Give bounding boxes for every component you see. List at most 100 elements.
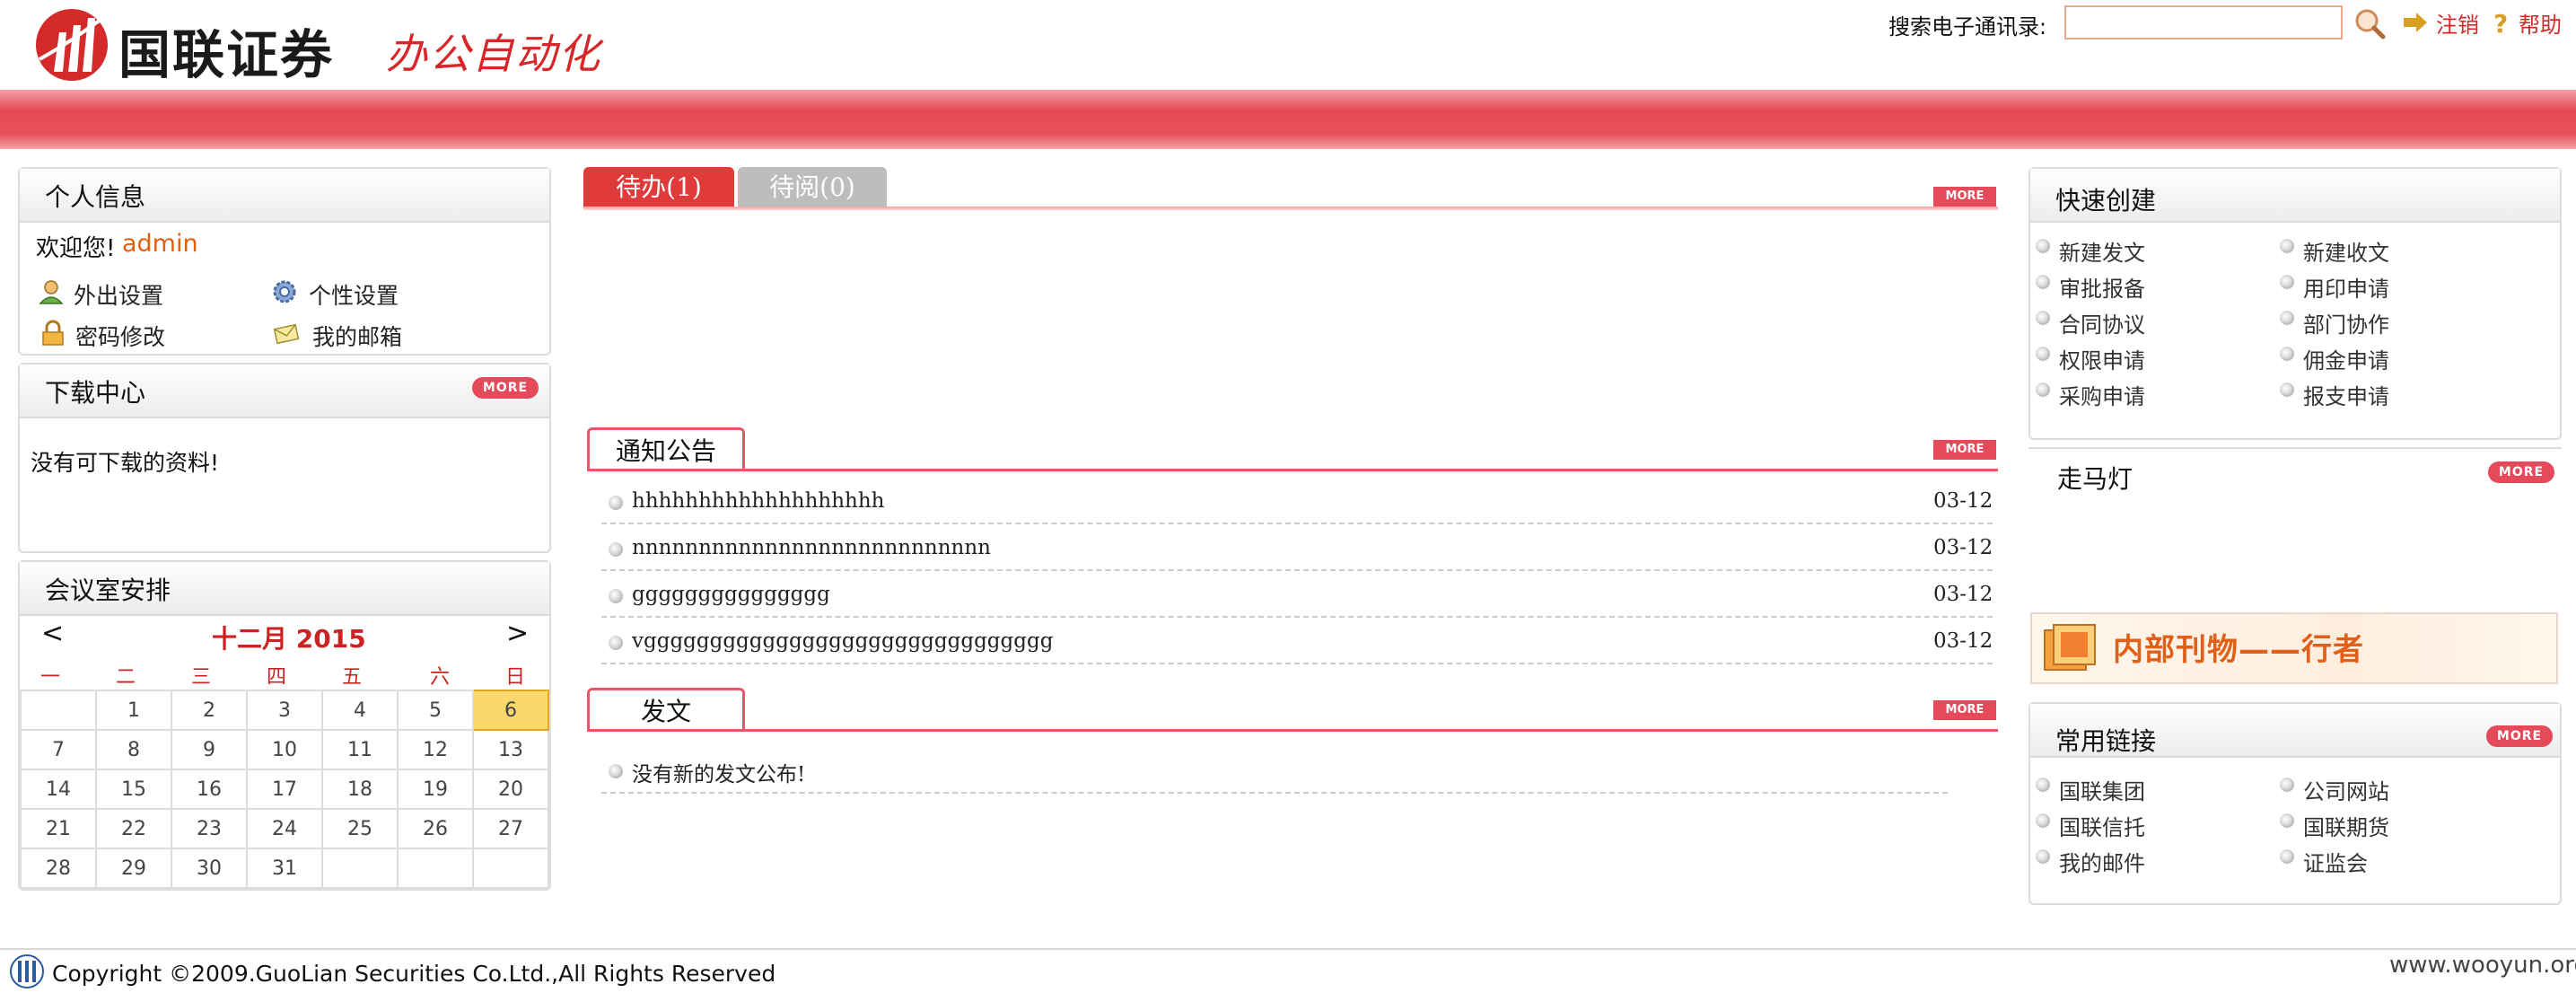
common-link[interactable]: 国联期货 bbox=[2303, 810, 2389, 841]
calendar-day[interactable]: 12 bbox=[397, 729, 474, 770]
tab-todo[interactable]: 待办(1) bbox=[583, 167, 734, 208]
quick-link[interactable]: 佣金申请 bbox=[2303, 343, 2389, 374]
quick-link[interactable]: 采购申请 bbox=[2059, 379, 2145, 410]
bullet-icon bbox=[609, 589, 623, 603]
footer-logo-icon bbox=[10, 954, 44, 989]
calendar-day[interactable]: 29 bbox=[95, 848, 172, 889]
bullet-icon bbox=[2280, 382, 2294, 397]
calendar-day[interactable]: 26 bbox=[397, 808, 474, 849]
calendar-day[interactable] bbox=[397, 848, 474, 889]
calendar-day[interactable]: 16 bbox=[171, 769, 248, 810]
calendar-day[interactable]: 24 bbox=[246, 808, 323, 849]
calendar-day[interactable]: 5 bbox=[397, 690, 474, 731]
calendar-day[interactable]: 22 bbox=[95, 808, 172, 849]
calendar-day[interactable]: 15 bbox=[95, 769, 172, 810]
links-more-button[interactable]: MORE bbox=[2486, 725, 2553, 747]
calendar-day[interactable]: 19 bbox=[397, 769, 474, 810]
calendar-day[interactable]: 8 bbox=[95, 729, 172, 770]
dispatch-more-button[interactable]: MORE bbox=[1933, 700, 1996, 720]
common-link[interactable]: 我的邮件 bbox=[2059, 846, 2145, 877]
notice-item-date: 03-12 bbox=[1933, 629, 1993, 653]
common-link[interactable]: 国联信托 bbox=[2059, 810, 2145, 841]
lock-icon bbox=[42, 320, 64, 346]
divider bbox=[601, 616, 1993, 618]
calendar-day[interactable]: 25 bbox=[321, 808, 399, 849]
notice-item-title[interactable]: hhhhhhhhhhhhhhhhhhh bbox=[632, 489, 884, 513]
quick-link[interactable]: 新建发文 bbox=[2059, 235, 2145, 267]
notice-item-title[interactable]: nnnnnnnnnnnnnnnnnnnnnnnnnnn bbox=[632, 536, 991, 559]
calendar-day[interactable]: 18 bbox=[321, 769, 399, 810]
footer-copyright: Copyright ©2009.GuoLian Securities Co.Lt… bbox=[52, 961, 776, 987]
tabs-more-button[interactable]: MORE bbox=[1933, 187, 1996, 207]
quick-link[interactable]: 权限申请 bbox=[2059, 343, 2145, 374]
calendar-day[interactable]: 3 bbox=[246, 690, 323, 731]
calendar-prev-button[interactable]: < bbox=[41, 618, 64, 649]
calendar-today[interactable]: 6 bbox=[472, 690, 549, 731]
common-links-title: 常用链接 bbox=[2055, 726, 2157, 756]
bullet-icon bbox=[609, 764, 623, 778]
username: admin bbox=[122, 230, 198, 258]
dispatch-empty-text: 没有新的发文公布! bbox=[632, 763, 806, 786]
bullet-icon bbox=[2036, 813, 2050, 828]
calendar-day[interactable] bbox=[472, 848, 549, 889]
calendar-day[interactable]: 21 bbox=[20, 808, 97, 849]
common-link[interactable]: 公司网站 bbox=[2303, 774, 2389, 805]
quick-link[interactable]: 用印申请 bbox=[2303, 271, 2389, 303]
logout-link[interactable]: 注销 bbox=[2436, 7, 2479, 39]
marquee-top-line bbox=[2028, 447, 2562, 449]
notice-item-title[interactable]: ggggggggggggggg bbox=[632, 583, 830, 606]
quick-link[interactable]: 报支申请 bbox=[2303, 379, 2389, 410]
calendar-day[interactable]: 2 bbox=[171, 690, 248, 731]
bullet-icon bbox=[2280, 347, 2294, 361]
calendar-day[interactable]: 23 bbox=[171, 808, 248, 849]
quick-link[interactable]: 合同协议 bbox=[2059, 307, 2145, 338]
bullet-icon bbox=[2036, 347, 2050, 361]
out-settings-link[interactable]: 外出设置 bbox=[74, 278, 163, 311]
quick-link[interactable]: 部门协作 bbox=[2303, 307, 2389, 338]
divider bbox=[601, 792, 1948, 794]
calendar-next-button[interactable]: > bbox=[506, 618, 529, 649]
quick-link[interactable]: 审批报备 bbox=[2059, 271, 2145, 303]
download-more-button[interactable]: MORE bbox=[472, 377, 539, 399]
bullet-icon bbox=[2280, 813, 2294, 828]
calendar-day[interactable]: 14 bbox=[20, 769, 97, 810]
common-link[interactable]: 国联集团 bbox=[2059, 774, 2145, 805]
calendar-day[interactable]: 17 bbox=[246, 769, 323, 810]
calendar-day[interactable]: 1 bbox=[95, 690, 172, 731]
calendar-dow: 日 bbox=[504, 666, 525, 689]
quick-link[interactable]: 新建收文 bbox=[2303, 235, 2389, 267]
calendar-day[interactable]: 4 bbox=[321, 690, 399, 731]
divider bbox=[601, 523, 1993, 524]
calendar-day[interactable] bbox=[321, 848, 399, 889]
personal-settings-link[interactable]: 个性设置 bbox=[309, 278, 399, 311]
calendar-day[interactable]: 31 bbox=[246, 848, 323, 889]
help-link[interactable]: 帮助 bbox=[2519, 7, 2562, 39]
calendar-day[interactable]: 30 bbox=[171, 848, 248, 889]
change-password-link[interactable]: 密码修改 bbox=[75, 320, 165, 352]
calendar-day[interactable]: 13 bbox=[472, 729, 549, 770]
calendar-day[interactable]: 27 bbox=[472, 808, 549, 849]
notice-tab[interactable]: 通知公告 bbox=[587, 427, 745, 470]
dispatch-tab[interactable]: 发文 bbox=[587, 688, 745, 731]
calendar-day[interactable]: 7 bbox=[20, 729, 97, 770]
dispatch-underline bbox=[587, 729, 1998, 732]
common-link[interactable]: 证监会 bbox=[2303, 846, 2368, 877]
notice-more-button[interactable]: MORE bbox=[1933, 440, 1996, 460]
calendar-day[interactable]: 20 bbox=[472, 769, 549, 810]
calendar-day[interactable]: 11 bbox=[321, 729, 399, 770]
calendar-day[interactable]: 28 bbox=[20, 848, 97, 889]
calendar-grid: 1 2 3 4 5 6 7 8 9 10 11 12 13 14 15 16 1… bbox=[20, 690, 549, 889]
marquee-more-button[interactable]: MORE bbox=[2488, 461, 2554, 483]
calendar-day[interactable]: 10 bbox=[246, 729, 323, 770]
bullet-icon bbox=[2280, 239, 2294, 253]
calendar-day[interactable]: 9 bbox=[171, 729, 248, 770]
divider bbox=[601, 569, 1993, 571]
tab-toread[interactable]: 待阅(0) bbox=[738, 167, 887, 208]
my-mailbox-link[interactable]: 我的邮箱 bbox=[312, 320, 402, 352]
bullet-icon bbox=[2036, 778, 2050, 792]
search-icon[interactable] bbox=[2353, 7, 2386, 40]
tab-underline bbox=[583, 207, 1998, 210]
search-input[interactable] bbox=[2064, 5, 2343, 40]
notice-item-title[interactable]: vggggggggggggggggggggggggggggggg bbox=[632, 629, 1053, 653]
calendar-day[interactable] bbox=[20, 690, 97, 731]
